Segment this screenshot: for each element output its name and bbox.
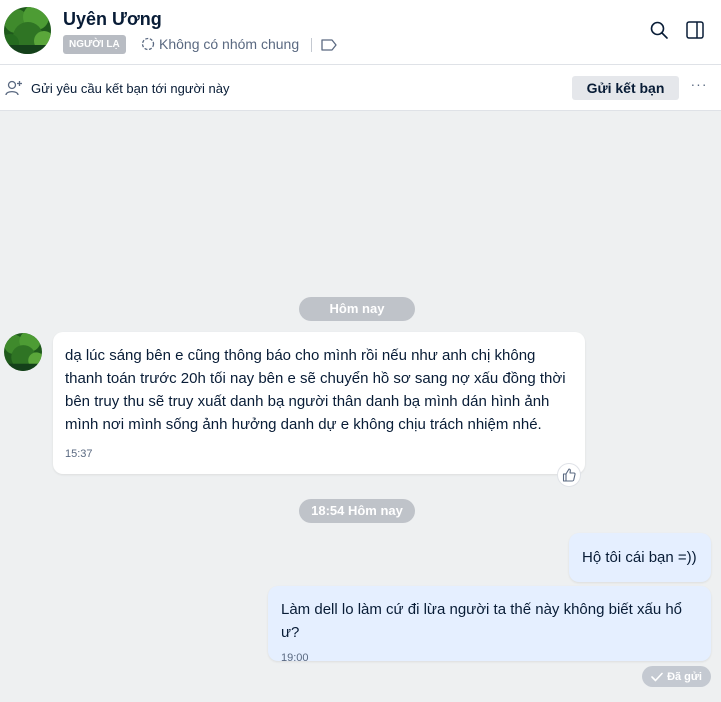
send-friend-request-button[interactable]: Gửi kết bạn (572, 76, 679, 100)
common-groups-link[interactable]: Không có nhóm chung (141, 36, 299, 52)
friend-request-bar: Gửi yêu cầu kết bạn tới người này Gửi kế… (0, 65, 721, 111)
friend-request-text: Gửi yêu cầu kết bạn tới người này (31, 81, 230, 96)
check-icon (651, 672, 663, 681)
search-button[interactable] (647, 18, 671, 42)
contact-avatar[interactable] (4, 7, 51, 54)
message-time: 19:00 (281, 652, 309, 664)
stranger-badge: NGƯỜI LẠ (63, 35, 126, 54)
incoming-message[interactable]: dạ lúc sáng bên e cũng thông báo cho mìn… (53, 332, 585, 474)
message-time: 15:37 (65, 448, 93, 460)
common-groups-label: Không có nhóm chung (159, 36, 300, 52)
search-icon (650, 21, 668, 39)
add-user-icon (5, 80, 22, 96)
more-options-button[interactable]: ··· (688, 77, 710, 97)
sidebar-toggle-icon (686, 21, 704, 39)
sent-status-label: Đã gửi (667, 670, 702, 683)
group-circle-icon (141, 37, 155, 51)
date-separator: Hôm nay (299, 297, 415, 321)
conversation-info-button[interactable] (683, 18, 707, 42)
header-divider (311, 38, 312, 52)
message-text: dạ lúc sáng bên e cũng thông báo cho mìn… (65, 347, 566, 433)
date-separator: 18:54 Hôm nay (299, 499, 415, 523)
message-text: Hộ tôi cái bạn =)) (582, 549, 697, 566)
message-text: Làm dell lo làm cứ đi lừa người ta thế n… (281, 601, 683, 641)
sent-status-badge: Đã gửi (642, 666, 711, 687)
sender-avatar[interactable] (4, 333, 42, 371)
tag-icon[interactable] (320, 38, 338, 52)
contact-name[interactable]: Uyên Ương (63, 9, 162, 30)
outgoing-message[interactable]: Hộ tôi cái bạn =)) (569, 533, 711, 582)
outgoing-message[interactable]: Làm dell lo làm cứ đi lừa người ta thế n… (268, 586, 711, 664)
chat-header: Uyên Ương NGƯỜI LẠ Không có nhóm chung (0, 0, 721, 65)
thumbs-up-icon (562, 468, 576, 482)
like-reaction-button[interactable] (557, 463, 581, 487)
